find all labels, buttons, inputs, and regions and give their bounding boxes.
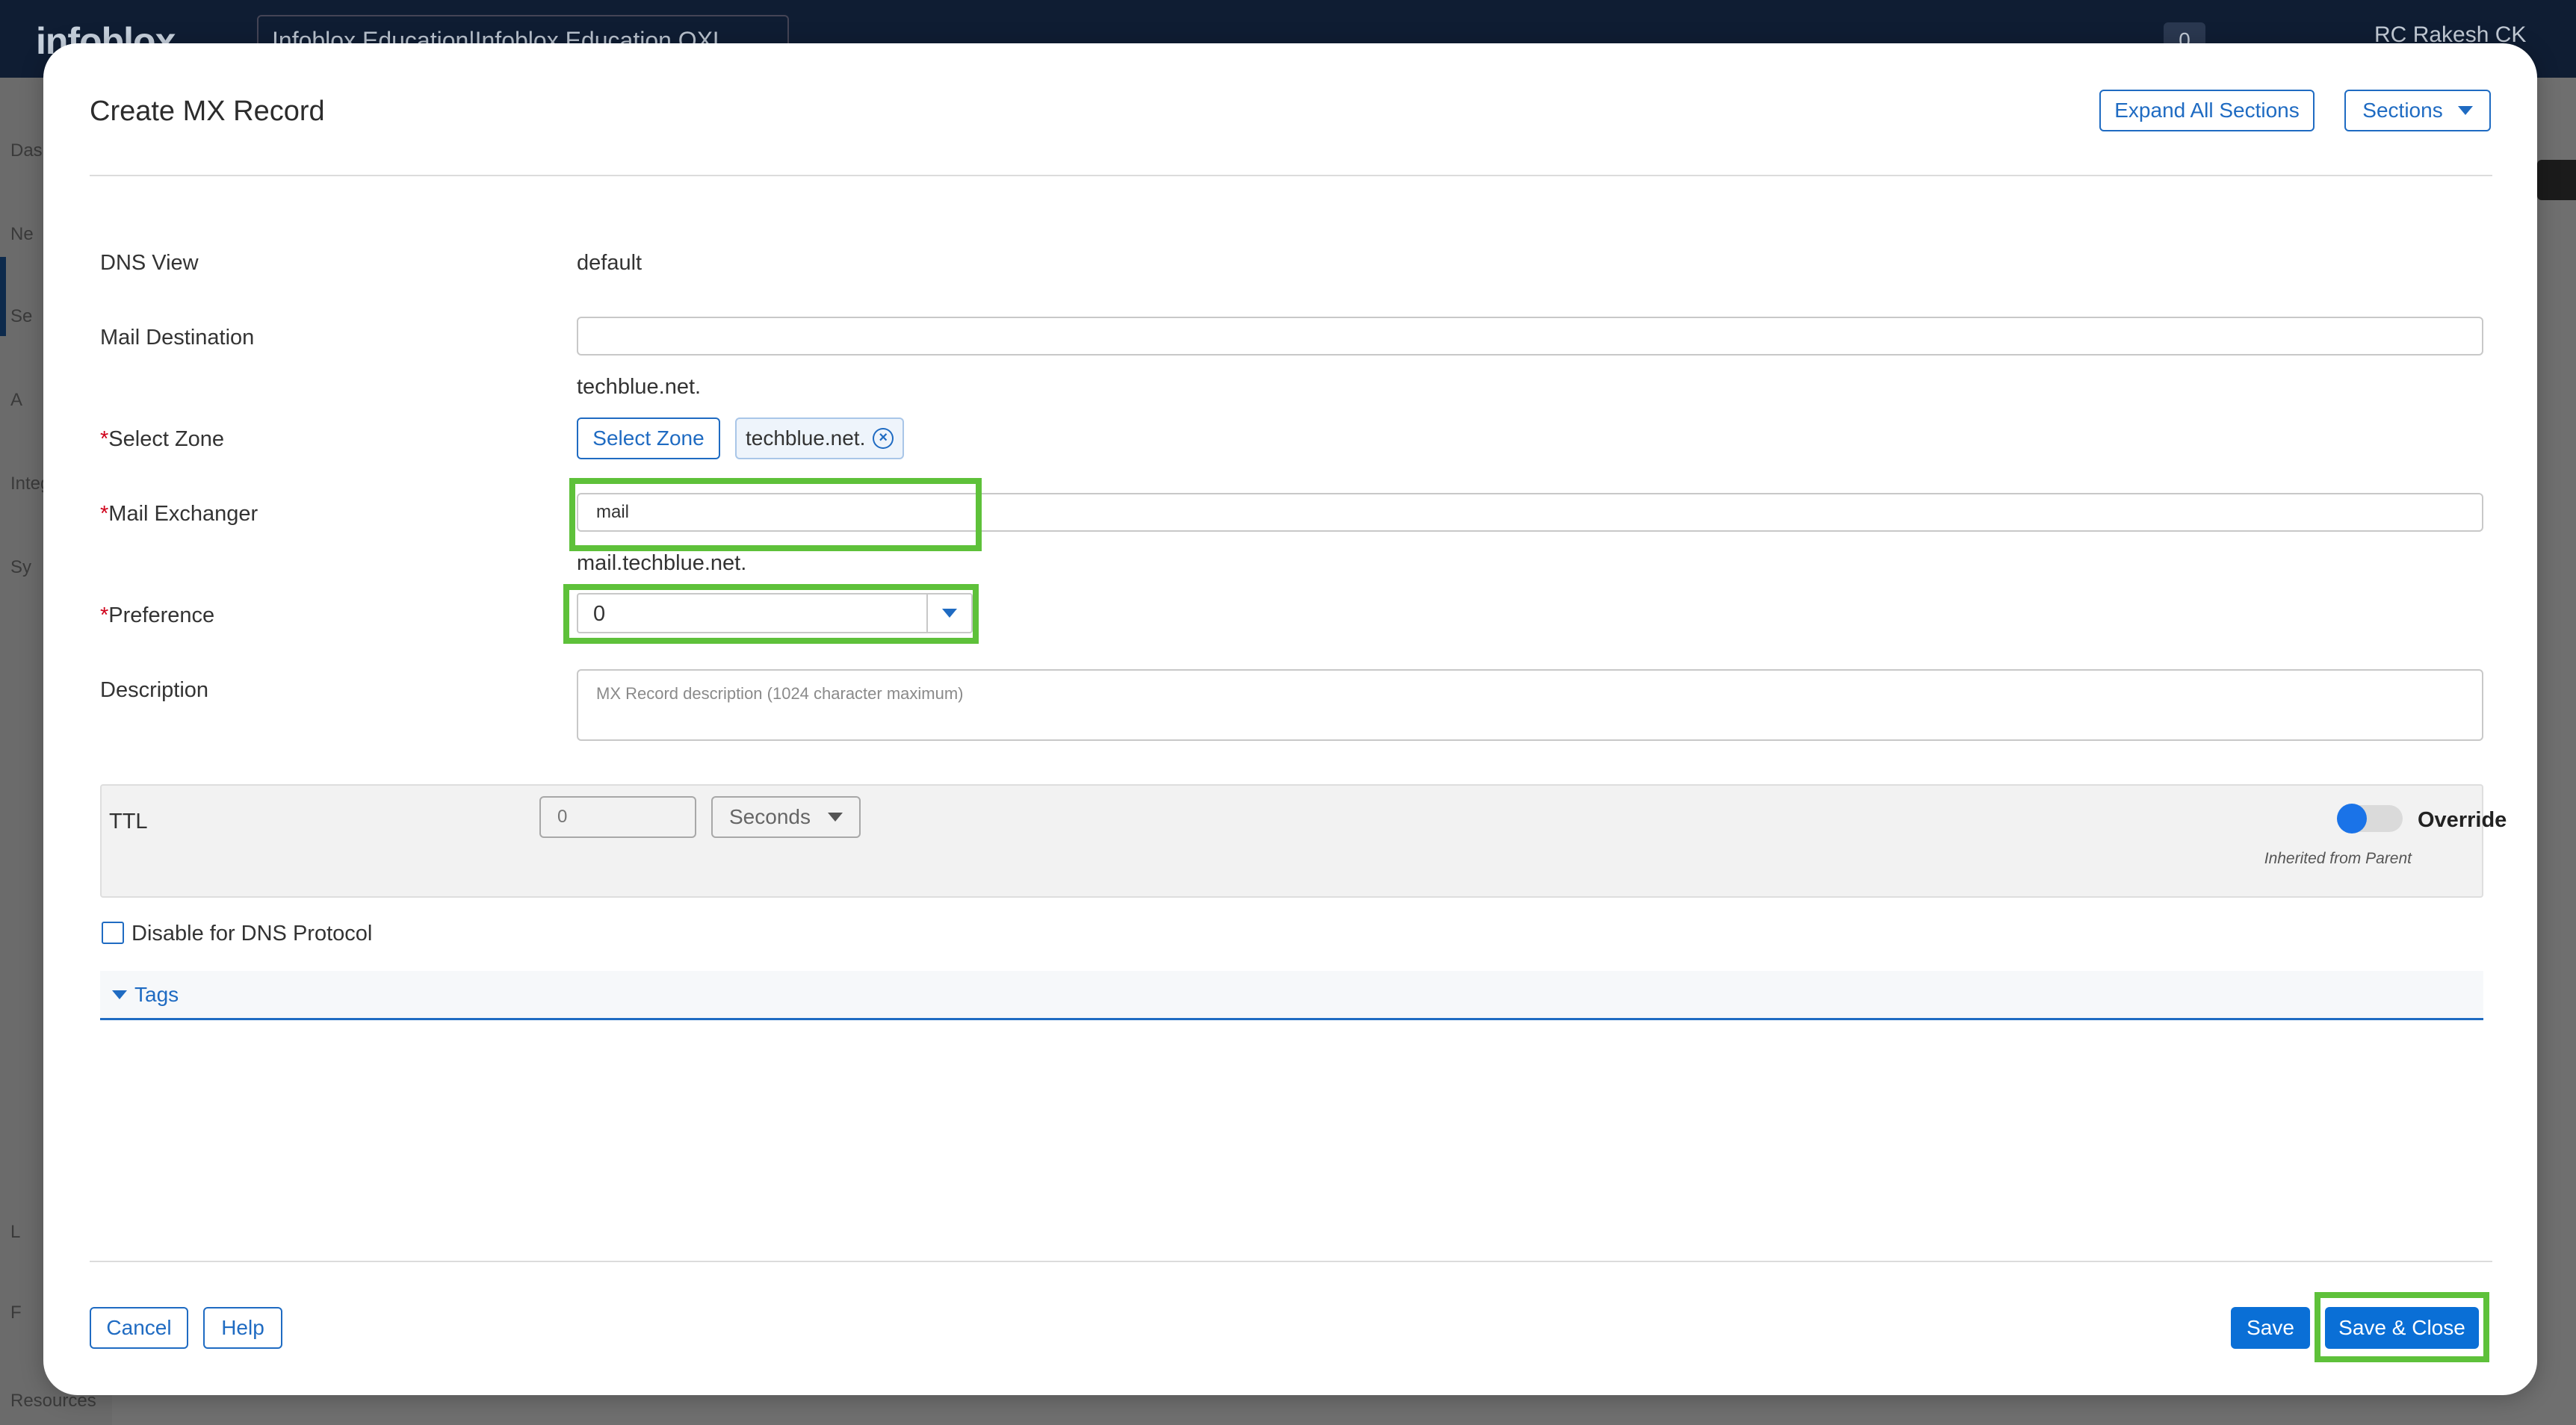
sidebar-active-indicator: [0, 257, 6, 336]
create-mx-record-dialog: Create MX Record Expand All Sections Sec…: [43, 43, 2537, 1395]
mail-destination-label: Mail Destination: [100, 326, 255, 350]
chevron-down-icon: [2457, 106, 2473, 115]
override-toggle[interactable]: [2337, 804, 2403, 833]
ttl-unit-value: Seconds: [729, 805, 811, 828]
expand-all-sections-button[interactable]: Expand All Sections: [2099, 90, 2315, 131]
select-zone-label: *Select Zone: [100, 427, 224, 452]
remove-zone-icon[interactable]: ×: [873, 428, 894, 449]
select-zone-button[interactable]: Select Zone: [577, 417, 720, 459]
help-button[interactable]: Help: [203, 1307, 282, 1349]
description-label: Description: [100, 678, 209, 702]
select-zone-button-label: Select Zone: [592, 426, 705, 450]
cancel-button[interactable]: Cancel: [90, 1307, 188, 1349]
override-label: Override: [2418, 808, 2507, 832]
dialog-title: Create MX Record: [90, 96, 325, 127]
mail-destination-input[interactable]: [577, 317, 2483, 356]
zone-chip-label: techblue.net.: [746, 426, 866, 450]
expand-all-label: Expand All Sections: [2114, 99, 2300, 122]
sidebar-item[interactable]: Das: [10, 140, 43, 161]
dns-view-value: default: [577, 251, 643, 275]
mail-exchanger-label-text: Mail Exchanger: [108, 502, 258, 526]
sidebar-item[interactable]: Sy: [10, 557, 31, 578]
sections-dropdown-button[interactable]: Sections: [2344, 90, 2491, 131]
ttl-panel: TTL Seconds Override Inherited from Pare…: [100, 784, 2507, 898]
caret-down-icon: [112, 990, 127, 999]
header-divider: [90, 175, 2492, 176]
chevron-down-icon: [828, 813, 843, 822]
description-textarea[interactable]: [577, 669, 2483, 741]
help-label: Help: [221, 1316, 264, 1339]
required-marker: *: [100, 427, 109, 451]
cancel-label: Cancel: [106, 1316, 172, 1339]
sidebar-item[interactable]: L: [10, 1222, 20, 1243]
toggle-knob: [2337, 804, 2367, 833]
preference-highlight: [563, 584, 979, 644]
tags-label: Tags: [134, 983, 179, 1006]
sidebar-item[interactable]: Ne: [10, 224, 34, 245]
save-button[interactable]: Save: [2231, 1307, 2310, 1349]
mail-exchanger-label: *Mail Exchanger: [100, 502, 258, 527]
save-label: Save: [2247, 1316, 2294, 1339]
background-panel-edge: [2537, 160, 2576, 200]
sidebar-item[interactable]: A: [10, 390, 22, 411]
ttl-label: TTL: [109, 810, 148, 833]
footer-divider: [90, 1261, 2492, 1262]
dns-view-label: DNS View: [100, 251, 199, 275]
ttl-unit-select[interactable]: Seconds: [711, 796, 861, 838]
required-marker: *: [100, 603, 109, 627]
preference-label: *Preference: [100, 603, 214, 628]
ttl-input[interactable]: [539, 796, 696, 838]
disable-dns-label: Disable for DNS Protocol: [131, 922, 373, 946]
sidebar-item[interactable]: F: [10, 1303, 22, 1323]
save-and-close-highlight: [2315, 1292, 2489, 1362]
required-marker: *: [100, 502, 109, 526]
sidebar-item[interactable]: Se: [10, 306, 32, 327]
inherited-from-parent-text: Inherited from Parent: [2264, 850, 2412, 867]
mail-exchanger-highlight: [569, 478, 982, 551]
mail-destination-hint: techblue.net.: [577, 375, 702, 399]
preference-label-text: Preference: [108, 603, 215, 627]
disable-dns-checkbox[interactable]: [102, 922, 124, 944]
tags-toggle[interactable]: Tags: [112, 983, 179, 1007]
mail-exchanger-fqdn: mail.techblue.net.: [577, 551, 747, 575]
sections-label: Sections: [2362, 99, 2443, 122]
tags-section: Tags: [100, 971, 2483, 1020]
zone-chip: techblue.net. ×: [735, 417, 904, 459]
select-zone-label-text: Select Zone: [108, 427, 225, 451]
